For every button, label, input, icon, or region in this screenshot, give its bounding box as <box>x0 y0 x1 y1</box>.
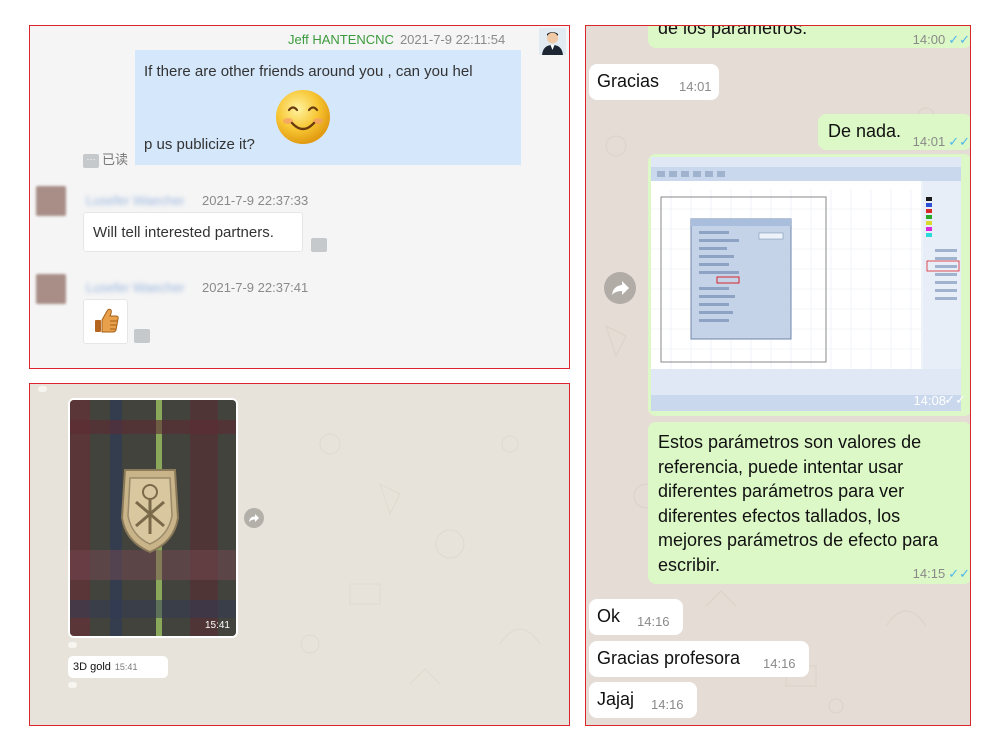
message-bubble-outgoing[interactable]: De nada. 14:01 ✓✓ <box>818 114 970 150</box>
message-text: Gracias <box>597 71 660 91</box>
message-text: Ok <box>597 606 621 626</box>
message-bubble-incoming[interactable]: Gracias profesora 14:16 <box>589 641 809 677</box>
message-bubble-outgoing[interactable]: de los parametros. 14:00 ✓✓ <box>648 25 970 48</box>
avatar[interactable] <box>539 28 566 55</box>
message-time: 15:41 <box>114 662 138 672</box>
image-message[interactable]: 14:08 ✓✓ <box>648 154 970 416</box>
message-bubble-outgoing[interactable]: If there are other friends around you , … <box>135 50 521 165</box>
avatar[interactable] <box>36 274 66 304</box>
smiley-face-icon <box>273 87 333 147</box>
message-bubble-incoming[interactable]: Will tell interested partners. <box>83 212 303 252</box>
message-timestamp: 2021-7-9 22:11:54 <box>399 32 506 47</box>
whatsapp-photo-panel: 15:41 3D gold 15:41 <box>29 383 570 726</box>
message-bubble-outgoing[interactable]: Estos parámetros son valores de referenc… <box>648 422 970 584</box>
message-text: Estos parámetros son valores de referenc… <box>658 432 939 575</box>
sender-name: Lusefer Waecher <box>86 280 185 295</box>
message-text: Jajaj <box>597 689 635 709</box>
forward-icon[interactable] <box>244 508 264 528</box>
message-time: 14:16 <box>651 697 684 712</box>
sticker-message[interactable] <box>83 299 128 344</box>
message-header: Jeff HANTENCNC 2021-7-9 22:11:54 <box>288 32 505 47</box>
forward-icon[interactable] <box>604 272 636 304</box>
message-text: 3D gold <box>73 661 111 673</box>
message-text: De nada. <box>828 121 902 141</box>
software-screenshot-image[interactable] <box>651 157 961 411</box>
message-time: 14:16 <box>637 614 670 629</box>
read-receipt-icon: ✓✓ <box>948 134 970 149</box>
wechat-chat-panel: Jeff HANTENCNC 2021-7-9 22:11:54 If there… <box>29 25 570 369</box>
message-time: 14:00 <box>912 32 946 47</box>
status-icon <box>68 682 77 688</box>
message-text-line: p us publicize it? <box>144 136 255 153</box>
read-receipt-icon: ✓✓ <box>944 392 966 407</box>
message-timestamp: 2021-7-9 22:37:41 <box>202 280 309 295</box>
message-time: 14:01 <box>912 134 946 149</box>
more-icon[interactable] <box>134 329 150 343</box>
message-time: 15:41 <box>204 620 230 631</box>
more-icon[interactable] <box>311 238 327 252</box>
message-timestamp: 2021-7-9 22:37:33 <box>202 193 309 208</box>
image-message[interactable]: 15:41 <box>68 398 238 638</box>
sender-name: Lusefer Waecher <box>86 193 185 208</box>
message-time: 14:16 <box>763 656 796 671</box>
message-bubble-incoming[interactable]: Jajaj 14:16 <box>589 682 697 718</box>
photo-pin-badge[interactable]: 15:41 <box>70 400 236 636</box>
more-icon[interactable]: ··· <box>83 153 99 168</box>
message-time: 14:15 <box>912 566 946 581</box>
sender-name[interactable]: Jeff HANTENCNC <box>288 32 394 47</box>
avatar[interactable] <box>36 186 66 216</box>
message-bubble-incoming[interactable]: Ok 14:16 <box>589 599 683 635</box>
whatsapp-chat-panel: de los parametros. 14:00 ✓✓ Gracias 14:01… <box>585 25 971 726</box>
message-time: 14:01 <box>679 79 712 94</box>
status-icon <box>38 386 47 392</box>
text-message[interactable]: 3D gold 15:41 <box>68 656 168 678</box>
message-text-line: If there are other friends around you , … <box>144 63 473 80</box>
status-icon <box>68 642 77 648</box>
read-receipt-icon: ✓✓ <box>948 566 970 581</box>
message-text: de los parametros. <box>658 25 808 38</box>
message-time: 14:08 <box>913 393 946 408</box>
message-text: Gracias profesora <box>597 648 741 668</box>
read-receipt-icon: ✓✓ <box>948 32 970 47</box>
message-bubble-incoming[interactable]: Gracias 14:01 <box>589 64 719 100</box>
read-status: ··· 已读 <box>83 149 128 168</box>
thumbs-up-icon <box>95 308 119 333</box>
